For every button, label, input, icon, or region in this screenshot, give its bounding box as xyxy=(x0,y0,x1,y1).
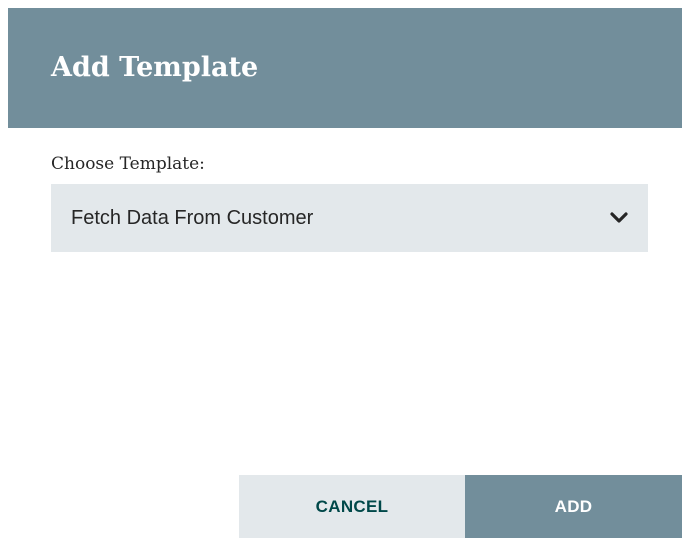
cancel-button[interactable]: CANCEL xyxy=(239,475,465,538)
template-select-value: Fetch Data From Customer xyxy=(71,207,314,229)
add-template-dialog: Add Template Choose Template: Fetch Data… xyxy=(8,8,682,538)
add-button[interactable]: ADD xyxy=(465,475,682,538)
chevron-down-icon xyxy=(610,212,628,223)
template-select[interactable]: Fetch Data From Customer xyxy=(51,184,648,252)
dialog-title: Add Template xyxy=(51,52,259,83)
choose-template-label: Choose Template: xyxy=(51,154,205,174)
dialog-header: Add Template xyxy=(8,8,682,128)
